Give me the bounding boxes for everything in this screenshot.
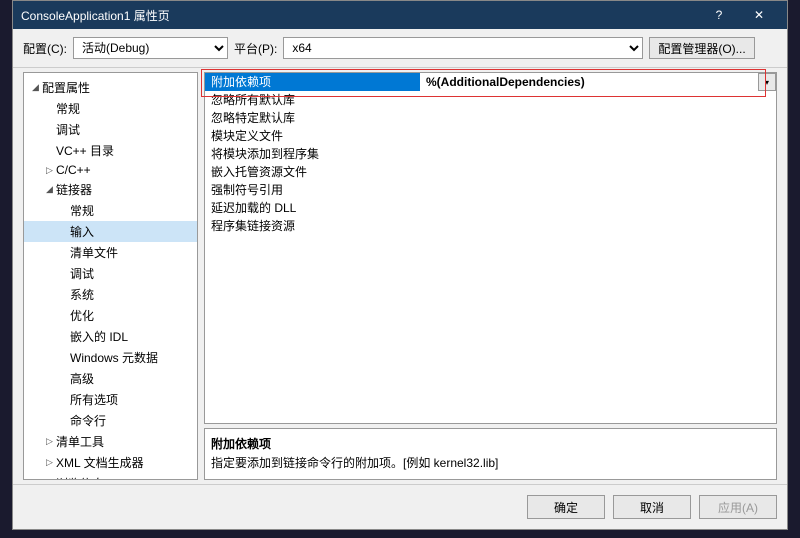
tree-item[interactable]: Windows 元数据 (24, 347, 197, 368)
property-name: 忽略所有默认库 (205, 91, 420, 109)
property-value[interactable] (420, 127, 776, 145)
property-name: 延迟加载的 DLL (205, 199, 420, 217)
tree-item[interactable]: 常规 (24, 98, 197, 119)
tree-item[interactable]: 嵌入的 IDL (24, 326, 197, 347)
help-button[interactable]: ? (699, 1, 739, 29)
property-row[interactable]: 嵌入托管资源文件 (205, 163, 776, 181)
description-title: 附加依赖项 (211, 435, 770, 452)
property-name: 忽略特定默认库 (205, 109, 420, 127)
description-panel: 附加依赖项 指定要添加到链接命令行的附加项。[例如 kernel32.lib] (204, 428, 777, 480)
property-name: 强制符号引用 (205, 181, 420, 199)
tree-item-label: 优化 (70, 307, 94, 324)
config-label: 配置(C): (23, 40, 67, 57)
property-row[interactable]: 忽略所有默认库 (205, 91, 776, 109)
property-grid[interactable]: ▾ 附加依赖项%(AdditionalDependencies)忽略所有默认库忽… (204, 72, 777, 424)
toolbar: 配置(C): 活动(Debug) 平台(P): x64 配置管理器(O)... (13, 29, 787, 68)
nav-tree[interactable]: ◢配置属性常规调试VC++ 目录▷C/C++◢链接器常规输入清单文件调试系统优化… (23, 72, 198, 480)
dialog-footer: 确定 取消 应用(A) (13, 484, 787, 529)
tree-item[interactable]: ▷XML 文档生成器 (24, 452, 197, 473)
tree-item-label: 配置属性 (42, 79, 90, 96)
tree-toggle-icon[interactable]: ◢ (32, 82, 42, 93)
tree-item-label: VC++ 目录 (56, 142, 114, 159)
tree-item-label: 常规 (70, 202, 94, 219)
tree-item[interactable]: 调试 (24, 119, 197, 140)
property-dropdown-button[interactable]: ▾ (758, 73, 776, 91)
config-manager-button[interactable]: 配置管理器(O)... (649, 37, 754, 59)
tree-item-label: 常规 (56, 100, 80, 117)
close-button[interactable]: ✕ (739, 1, 779, 29)
window-title: ConsoleApplication1 属性页 (21, 7, 699, 24)
tree-item[interactable]: 优化 (24, 305, 197, 326)
titlebar: ConsoleApplication1 属性页 ? ✕ (13, 1, 787, 29)
property-value[interactable] (420, 217, 776, 235)
tree-item[interactable]: 调试 (24, 263, 197, 284)
property-row[interactable]: 程序集链接资源 (205, 217, 776, 235)
tree-item-label: Windows 元数据 (70, 349, 158, 366)
content-area: ◢配置属性常规调试VC++ 目录▷C/C++◢链接器常规输入清单文件调试系统优化… (13, 68, 787, 484)
tree-item[interactable]: VC++ 目录 (24, 140, 197, 161)
tree-item-label: 输入 (70, 223, 94, 240)
property-row[interactable]: 忽略特定默认库 (205, 109, 776, 127)
tree-item-label: 调试 (56, 121, 80, 138)
tree-item-label: 浏览信息 (56, 475, 104, 480)
tree-item[interactable]: ▷C/C++ (24, 161, 197, 179)
property-name: 将模块添加到程序集 (205, 145, 420, 163)
tree-item[interactable]: 系统 (24, 284, 197, 305)
tree-item[interactable]: ◢配置属性 (24, 77, 197, 98)
property-value[interactable] (420, 145, 776, 163)
tree-item[interactable]: 命令行 (24, 410, 197, 431)
tree-item-label: 所有选项 (70, 391, 118, 408)
apply-button[interactable]: 应用(A) (699, 495, 777, 519)
tree-item[interactable]: ▷清单工具 (24, 431, 197, 452)
tree-toggle-icon[interactable]: ▷ (46, 457, 56, 468)
property-row[interactable]: 附加依赖项%(AdditionalDependencies) (205, 73, 776, 91)
description-text: 指定要添加到链接命令行的附加项。[例如 kernel32.lib] (211, 454, 770, 471)
property-value[interactable] (420, 199, 776, 217)
tree-item[interactable]: ▷浏览信息 (24, 473, 197, 480)
property-value[interactable] (420, 91, 776, 109)
tree-item-label: 嵌入的 IDL (70, 328, 128, 345)
property-name: 程序集链接资源 (205, 217, 420, 235)
property-row[interactable]: 将模块添加到程序集 (205, 145, 776, 163)
tree-item-label: 命令行 (70, 412, 106, 429)
tree-item[interactable]: 高级 (24, 368, 197, 389)
config-combo[interactable]: 活动(Debug) (73, 37, 228, 59)
property-row[interactable]: 延迟加载的 DLL (205, 199, 776, 217)
tree-item-label: 清单文件 (70, 244, 118, 261)
ok-button[interactable]: 确定 (527, 495, 605, 519)
property-name: 嵌入托管资源文件 (205, 163, 420, 181)
tree-toggle-icon[interactable]: ◢ (46, 184, 56, 195)
tree-item-label: 系统 (70, 286, 94, 303)
property-value[interactable] (420, 181, 776, 199)
tree-toggle-icon[interactable]: ▷ (46, 165, 56, 176)
tree-item-label: XML 文档生成器 (56, 454, 144, 471)
property-row[interactable]: 模块定义文件 (205, 127, 776, 145)
property-page-dialog: ConsoleApplication1 属性页 ? ✕ 配置(C): 活动(De… (12, 0, 788, 530)
tree-item[interactable]: ◢链接器 (24, 179, 197, 200)
property-row[interactable]: 强制符号引用 (205, 181, 776, 199)
tree-item-label: C/C++ (56, 163, 91, 177)
tree-toggle-icon[interactable]: ▷ (46, 478, 56, 480)
tree-item[interactable]: 输入 (24, 221, 197, 242)
tree-item[interactable]: 清单文件 (24, 242, 197, 263)
tree-item-label: 清单工具 (56, 433, 104, 450)
platform-combo[interactable]: x64 (283, 37, 643, 59)
tree-item[interactable]: 常规 (24, 200, 197, 221)
property-name: 模块定义文件 (205, 127, 420, 145)
platform-label: 平台(P): (234, 40, 277, 57)
property-name: 附加依赖项 (205, 73, 420, 91)
tree-item-label: 高级 (70, 370, 94, 387)
property-value[interactable]: %(AdditionalDependencies) (420, 73, 776, 91)
tree-toggle-icon[interactable]: ▷ (46, 436, 56, 447)
tree-item-label: 链接器 (56, 181, 92, 198)
tree-item[interactable]: 所有选项 (24, 389, 197, 410)
property-value[interactable] (420, 109, 776, 127)
right-pane: ▾ 附加依赖项%(AdditionalDependencies)忽略所有默认库忽… (204, 72, 777, 480)
tree-item-label: 调试 (70, 265, 94, 282)
property-value[interactable] (420, 163, 776, 181)
cancel-button[interactable]: 取消 (613, 495, 691, 519)
